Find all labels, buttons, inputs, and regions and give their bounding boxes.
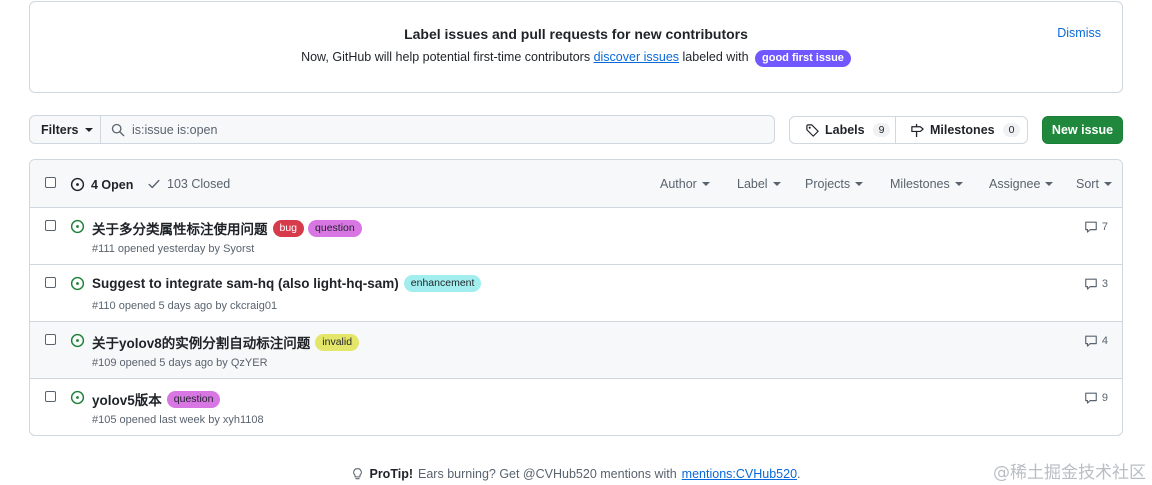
protip-text: Ears burning? Get @CVHub520 mentions wit…	[418, 467, 677, 481]
protip: ProTip! Ears burning? Get @CVHub520 ment…	[0, 467, 1152, 481]
label-enhancement[interactable]: enhancement	[403, 275, 482, 292]
issue-opened-icon	[70, 390, 85, 405]
issue-opened-icon	[70, 276, 85, 291]
issue-row[interactable]: 关于多分类属性标注使用问题 bug question #111 opened y…	[30, 208, 1122, 265]
comments-link[interactable]: 9	[1084, 391, 1108, 405]
open-count-label: 4 Open	[91, 177, 134, 192]
closed-issues-tab[interactable]: 103 Closed	[147, 177, 230, 191]
issue-checkbox[interactable]	[45, 334, 56, 345]
issue-title-wrap: 关于多分类属性标注使用问题 bug question	[92, 218, 362, 238]
dismiss-button[interactable]: Dismiss	[1057, 26, 1101, 40]
banner-title: Label issues and pull requests for new c…	[404, 26, 748, 42]
chevron-down-icon	[772, 182, 781, 186]
filters-label: Filters	[41, 122, 79, 137]
sort-menu[interactable]: Sort	[1076, 177, 1112, 191]
issue-title[interactable]: 关于yolov8的实例分割自动标注问题	[92, 332, 310, 352]
author-menu[interactable]: Author	[660, 177, 710, 191]
comments-link[interactable]: 3	[1084, 277, 1108, 291]
closed-count-label: 103 Closed	[167, 177, 231, 191]
issue-title-wrap: yolov5版本 question	[92, 389, 221, 409]
comment-icon	[1085, 335, 1097, 347]
labels-label: Labels	[825, 123, 865, 137]
issue-opened-icon	[70, 333, 85, 348]
author-menu-label: Author	[660, 177, 697, 191]
milestones-menu[interactable]: Milestones	[890, 177, 963, 191]
projects-menu[interactable]: Projects	[805, 177, 864, 191]
sort-menu-label: Sort	[1076, 177, 1099, 191]
issue-checkbox[interactable]	[45, 391, 56, 402]
issue-title[interactable]: Suggest to integrate sam-hq (also light-…	[92, 276, 399, 291]
watermark: @稀土掘金技术社区	[993, 463, 1146, 483]
comment-icon	[1085, 392, 1097, 404]
open-issues-tab[interactable]: 4 Open	[70, 177, 133, 192]
label-invalid[interactable]: invalid	[315, 333, 360, 351]
milestones-label: Milestones	[930, 123, 995, 137]
light-bulb-icon	[353, 468, 363, 480]
search-bar[interactable]	[100, 115, 775, 144]
comments-count: 9	[1101, 392, 1108, 404]
banner-text: Now, GitHub will help potential first-ti…	[30, 50, 1122, 67]
assignee-menu[interactable]: Assignee	[989, 177, 1054, 191]
assignee-menu-label: Assignee	[989, 177, 1041, 191]
contributor-banner: Label issues and pull requests for new c…	[29, 1, 1123, 93]
projects-menu-label: Projects	[805, 177, 851, 191]
label-menu-label: Label	[737, 177, 768, 191]
issue-title-wrap: Suggest to integrate sam-hq (also light-…	[92, 275, 482, 292]
milestones-button[interactable]: Milestones 0	[895, 116, 1028, 144]
comments-link[interactable]: 7	[1084, 220, 1108, 234]
good-first-issue-label[interactable]: good first issue	[755, 50, 851, 67]
comment-icon	[1085, 221, 1097, 233]
select-all-checkbox[interactable]	[45, 177, 56, 188]
new-issue-button[interactable]: New issue	[1042, 116, 1123, 144]
tag-icon	[806, 123, 819, 137]
issue-checkbox[interactable]	[45, 277, 56, 288]
chevron-down-icon	[1045, 182, 1054, 186]
chevron-down-icon	[84, 127, 93, 132]
search-input[interactable]	[132, 122, 732, 137]
comments-count: 3	[1101, 278, 1108, 290]
milestone-icon	[911, 123, 924, 137]
issue-meta: #111 opened yesterday by Syorst	[92, 243, 255, 255]
banner-text-before: Now, GitHub will help potential first-ti…	[301, 50, 591, 64]
comment-icon	[1085, 278, 1097, 290]
chevron-down-icon	[855, 182, 864, 186]
issue-title[interactable]: 关于多分类属性标注使用问题	[92, 218, 268, 238]
issues-list: 4 Open 103 Closed Author Label Projects …	[29, 159, 1123, 436]
issue-meta: #109 opened 5 days ago by QzYER	[92, 357, 268, 369]
check-icon	[148, 179, 160, 189]
discover-issues-link[interactable]: discover issues	[594, 50, 679, 64]
issue-opened-icon	[70, 219, 85, 234]
issue-title[interactable]: yolov5版本	[92, 389, 162, 409]
milestones-menu-label: Milestones	[890, 177, 950, 191]
issue-row[interactable]: 关于yolov8的实例分割自动标注问题 invalid #109 opened …	[30, 322, 1122, 379]
mentions-link[interactable]: mentions:CVHub520	[682, 467, 797, 481]
issue-row[interactable]: yolov5版本 question #105 opened last week …	[30, 379, 1122, 435]
labels-count: 9	[872, 123, 891, 137]
banner-text-after: labeled with	[682, 50, 749, 64]
issue-checkbox[interactable]	[45, 220, 56, 231]
issue-row[interactable]: Suggest to integrate sam-hq (also light-…	[30, 265, 1122, 322]
labels-button[interactable]: Labels 9	[789, 116, 896, 144]
filters-button[interactable]: Filters	[29, 115, 101, 144]
label-question[interactable]: question	[308, 219, 362, 237]
issue-meta: #105 opened last week by xyh1108	[92, 414, 264, 426]
chevron-down-icon	[701, 182, 710, 186]
issues-header: 4 Open 103 Closed Author Label Projects …	[30, 160, 1122, 208]
protip-end: .	[797, 467, 801, 481]
issue-title-wrap: 关于yolov8的实例分割自动标注问题 invalid	[92, 332, 360, 352]
chevron-down-icon	[1103, 182, 1112, 186]
label-menu[interactable]: Label	[737, 177, 781, 191]
protip-label: ProTip!	[369, 467, 414, 481]
chevron-down-icon	[954, 182, 963, 186]
comments-count: 4	[1101, 335, 1108, 347]
comments-count: 7	[1101, 221, 1108, 233]
issue-meta: #110 opened 5 days ago by ckcraig01	[92, 300, 278, 312]
search-icon	[111, 123, 125, 136]
comments-link[interactable]: 4	[1084, 334, 1108, 348]
label-bug[interactable]: bug	[272, 219, 305, 237]
issue-opened-icon	[70, 177, 85, 192]
milestones-count: 0	[1002, 123, 1021, 137]
label-question[interactable]: question	[166, 390, 221, 408]
